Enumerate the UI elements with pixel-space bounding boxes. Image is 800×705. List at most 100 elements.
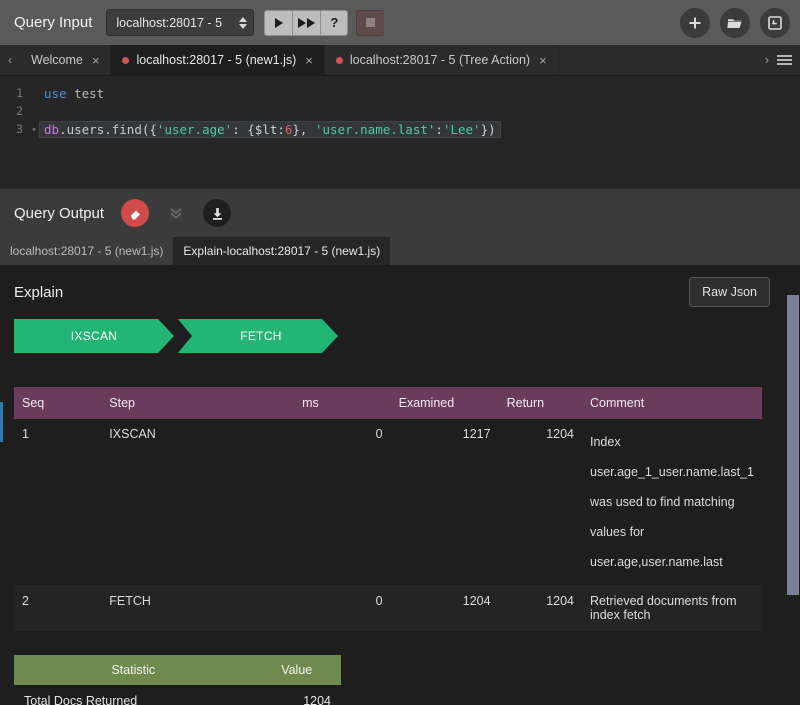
cell-statistic-value: 1204 bbox=[303, 694, 331, 705]
cell-step: IXSCAN bbox=[101, 419, 295, 586]
column-header-step[interactable]: Step bbox=[101, 387, 295, 419]
code-content: use test bbox=[40, 86, 104, 101]
explain-panel: Explain Raw Json IXSCAN FETCH Seq Step m… bbox=[0, 265, 800, 705]
explain-stage-ixscan[interactable]: IXSCAN bbox=[14, 319, 174, 353]
collapse-all-button[interactable] bbox=[162, 199, 190, 227]
explain-stage-flow: IXSCAN FETCH bbox=[0, 307, 800, 353]
code-editor[interactable]: 1 use test 2 3 ▾ db.users.find({'user.ag… bbox=[0, 76, 800, 189]
table-row[interactable]: 2 FETCH 0 1204 1204 Retrieved documents … bbox=[14, 585, 762, 631]
code-text: test bbox=[66, 85, 105, 101]
stop-square-icon bbox=[366, 18, 376, 27]
editor-tab-label: localhost:28017 - 5 (Tree Action) bbox=[349, 53, 531, 67]
output-tab-bar: localhost:28017 - 5 (new1.js) Explain-lo… bbox=[0, 237, 800, 265]
code-string: 'Lee' bbox=[442, 121, 481, 137]
code-object: db bbox=[44, 121, 60, 137]
raw-json-button[interactable]: Raw Json bbox=[689, 277, 770, 307]
code-line: 1 use test bbox=[0, 84, 800, 102]
cell-return: 1204 bbox=[498, 419, 582, 586]
run-button[interactable] bbox=[264, 9, 293, 36]
code-string: 'user.age' bbox=[156, 121, 233, 137]
output-tab-label: Explain-localhost:28017 - 5 (new1.js) bbox=[183, 244, 381, 258]
play-icon bbox=[274, 17, 283, 28]
download-output-button[interactable] bbox=[203, 199, 232, 227]
column-header-value[interactable]: Value bbox=[252, 655, 341, 685]
editor-tab-welcome[interactable]: Welcome × bbox=[20, 45, 112, 75]
tabs-scroll-right-button[interactable]: › bbox=[765, 53, 769, 67]
question-mark-icon: ? bbox=[330, 15, 339, 30]
close-icon[interactable]: × bbox=[305, 53, 313, 68]
fold-marker[interactable]: ▾ bbox=[28, 125, 40, 134]
close-icon[interactable]: × bbox=[539, 53, 547, 68]
explain-vertical-scrollbar[interactable] bbox=[786, 295, 800, 705]
code-line-active: 3 ▾ db.users.find({'user.age': {$lt:6}, … bbox=[0, 120, 800, 138]
code-string: 'user.name.last' bbox=[314, 121, 436, 137]
plus-icon bbox=[689, 17, 701, 28]
column-header-comment[interactable]: Comment bbox=[582, 387, 762, 419]
query-input-title: Query Input bbox=[14, 14, 93, 31]
code-punct: ({ bbox=[141, 121, 157, 137]
column-header-return[interactable]: Return bbox=[498, 387, 582, 419]
execution-button-group: ? bbox=[264, 9, 349, 36]
line-number: 2 bbox=[16, 104, 23, 118]
code-punct: : { bbox=[232, 121, 255, 137]
cell-ms: 0 bbox=[294, 585, 391, 631]
stop-button[interactable] bbox=[356, 9, 385, 36]
unsaved-dot-icon bbox=[335, 56, 343, 64]
run-all-button[interactable] bbox=[292, 9, 321, 36]
table-header-row: Seq Step ms Examined Return Comment bbox=[14, 387, 762, 419]
cell-statistic-name: Total Docs Returned bbox=[24, 694, 138, 705]
explain-statistics-table: Statistic Value Total Docs Returned 1204… bbox=[14, 655, 341, 705]
help-button[interactable]: ? bbox=[320, 9, 349, 36]
column-header-ms[interactable]: ms bbox=[294, 387, 391, 419]
explain-steps-table: Seq Step ms Examined Return Comment 1 IX… bbox=[14, 387, 762, 631]
eraser-icon bbox=[130, 210, 140, 219]
editor-tab-label: Welcome bbox=[31, 53, 83, 67]
cell-examined: 1204 bbox=[390, 585, 499, 631]
cell-seq: 1 bbox=[14, 419, 102, 586]
output-tab-label: localhost:28017 - 5 (new1.js) bbox=[10, 244, 164, 258]
save-icon bbox=[768, 15, 782, 30]
column-header-examined[interactable]: Examined bbox=[390, 387, 499, 419]
table-header-row: Statistic Value bbox=[14, 655, 341, 685]
double-chevron-down-icon bbox=[170, 208, 182, 219]
new-file-button[interactable] bbox=[680, 7, 710, 38]
scrollbar-thumb[interactable] bbox=[787, 295, 799, 595]
open-file-button[interactable] bbox=[720, 7, 750, 38]
tabs-scroll-left-button[interactable]: ‹ bbox=[0, 45, 20, 75]
table-row[interactable]: Total Docs Returned 1204 bbox=[14, 685, 341, 705]
cell-step: FETCH bbox=[101, 585, 295, 631]
chevron-updown-icon bbox=[239, 16, 248, 29]
editor-tab-bar: ‹ Welcome × localhost:28017 - 5 (new1.js… bbox=[0, 45, 800, 76]
table-row[interactable]: 1 IXSCAN 0 1217 1204 Index user.age_1_us… bbox=[14, 419, 762, 586]
editor-tab-label: localhost:28017 - 5 (new1.js) bbox=[136, 53, 297, 67]
tab-list-menu-icon[interactable] bbox=[777, 55, 792, 65]
query-output-title: Query Output bbox=[14, 204, 105, 222]
column-header-statistic[interactable]: Statistic bbox=[14, 655, 253, 685]
code-punct: }, bbox=[292, 121, 315, 137]
open-folder-icon bbox=[726, 18, 742, 28]
connection-select[interactable]: localhost:28017 - 5 bbox=[106, 9, 255, 36]
editor-tab-tree-action[interactable]: localhost:28017 - 5 (Tree Action) × bbox=[325, 45, 559, 75]
output-tab-explain[interactable]: Explain-localhost:28017 - 5 (new1.js) bbox=[173, 237, 391, 265]
cell-return: 1204 bbox=[498, 585, 582, 631]
cell-comment: Retrieved documents from index fetch bbox=[582, 585, 762, 631]
code-content: db.users.find({'user.age': {$lt:6}, 'use… bbox=[40, 121, 500, 137]
line-number: 1 bbox=[16, 86, 23, 100]
explain-title: Explain bbox=[14, 283, 64, 301]
query-input-toolbar: Query Input localhost:28017 - 5 ? bbox=[0, 0, 800, 45]
column-header-seq[interactable]: Seq bbox=[14, 387, 102, 419]
tab-bar-right-controls: › bbox=[757, 45, 800, 75]
clear-output-button[interactable] bbox=[121, 199, 150, 227]
code-keyword: use bbox=[44, 85, 67, 101]
connection-select-value: localhost:28017 - 5 bbox=[116, 15, 223, 30]
unsaved-dot-icon bbox=[122, 56, 130, 64]
output-tab-result[interactable]: localhost:28017 - 5 (new1.js) bbox=[0, 237, 173, 265]
explain-stage-fetch[interactable]: FETCH bbox=[178, 319, 338, 353]
save-file-button[interactable] bbox=[760, 7, 790, 38]
close-icon[interactable]: × bbox=[92, 53, 100, 68]
line-number: 3 bbox=[16, 122, 23, 136]
cell-comment: Index user.age_1_user.name.last_1 was us… bbox=[582, 419, 762, 586]
row-selection-accent bbox=[0, 402, 3, 442]
code-member: .users. bbox=[59, 121, 112, 137]
editor-tab-new1js[interactable]: localhost:28017 - 5 (new1.js) × bbox=[111, 45, 325, 75]
